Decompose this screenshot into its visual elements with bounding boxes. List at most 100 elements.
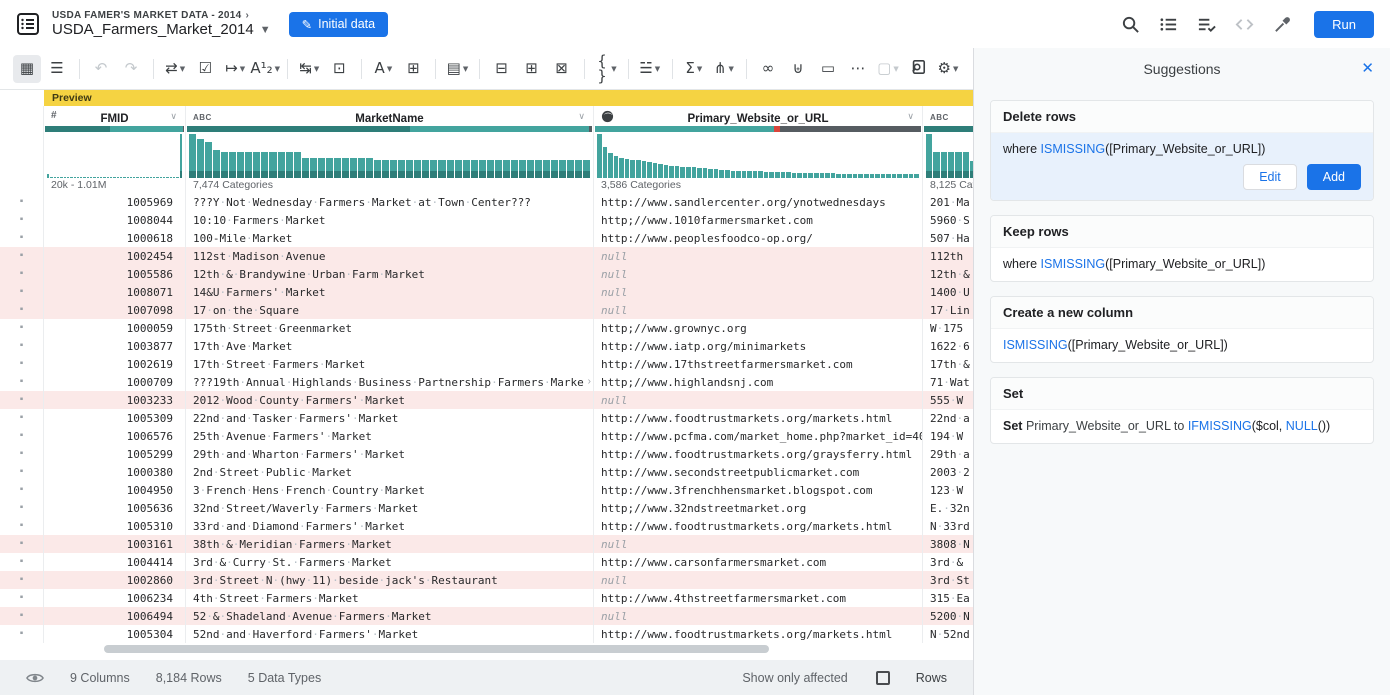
cell-marketname[interactable]: 2012·Wood·County·Farmers'·Market (186, 391, 594, 409)
standardize-values-button[interactable]: ☑ (191, 55, 219, 83)
cell-marketname[interactable]: 25th·Avenue·Farmers'·Market (186, 427, 594, 445)
cell-primary-website[interactable]: http://www.sandlercenter.org/ynotwednesd… (594, 193, 923, 211)
cell-fmid[interactable]: 1005299 (44, 445, 186, 463)
cell-fmid[interactable]: 1000059 (44, 319, 186, 337)
cell-fmid[interactable]: 1006494 (44, 607, 186, 625)
cell-primary-website[interactable]: http://www.carsonfarmersmarket.com (594, 553, 923, 571)
cell-marketname[interactable]: 175th·Street·Greenmarket (186, 319, 594, 337)
cell-address[interactable]: 12th·& (923, 265, 973, 283)
steps-list-icon[interactable] (1158, 14, 1178, 34)
cell-fmid[interactable]: 1004414 (44, 553, 186, 571)
cell-fmid[interactable]: 1002619 (44, 355, 186, 373)
row-handle[interactable]: ▪ (20, 233, 24, 243)
cell-address[interactable]: 3rd·St (923, 571, 973, 589)
cell-primary-website[interactable]: null (594, 391, 923, 409)
cell-primary-website[interactable]: http://www.3frenchhensmarket.blogspot.co… (594, 481, 923, 499)
split-column-button[interactable]: ↹▼ (295, 55, 323, 83)
cell-address[interactable]: E.·32n (923, 499, 973, 517)
cell-address[interactable]: 201·Ma (923, 193, 973, 211)
cell-fmid[interactable]: 1005636 (44, 499, 186, 517)
column-menu-chevron-icon[interactable]: ∨ (578, 111, 585, 122)
cell-fmid[interactable]: 1005304 (44, 625, 186, 643)
cell-primary-website[interactable]: http://www.foodtrustmarkets.org/markets.… (594, 625, 923, 643)
text-format-button[interactable]: A▼ (369, 55, 397, 83)
column-histogram[interactable] (186, 132, 594, 178)
cell-marketname[interactable]: 22nd·and·Tasker·Farmers'·Market (186, 409, 594, 427)
row-handle[interactable]: ▪ (20, 449, 24, 459)
row-handle[interactable]: ▪ (20, 539, 24, 549)
row-handle[interactable]: ▪ (20, 629, 24, 639)
row-handle[interactable]: ▪ (20, 305, 24, 315)
cell-primary-website[interactable]: null (594, 283, 923, 301)
add-button[interactable]: Add (1307, 164, 1361, 190)
cell-fmid[interactable]: 1000709 (44, 373, 186, 391)
code-icon[interactable] (1234, 14, 1254, 34)
row-handle[interactable]: ▪ (20, 467, 24, 477)
suggestion-card-keep-rows[interactable]: Keep rowswhere ISMISSING([Primary_Websit… (990, 215, 1374, 282)
cell-primary-website[interactable]: http;//www.1010farmersmarket.com (594, 211, 923, 229)
close-icon[interactable]: ✕ (1361, 59, 1374, 77)
cell-marketname[interactable]: 4th·Street·Farmers·Market (186, 589, 594, 607)
suggestion-card-create-a-new-column[interactable]: Create a new columnISMISSING([Primary_We… (990, 296, 1374, 363)
cell-marketname[interactable]: 29th·and·Wharton·Farmers'·Market (186, 445, 594, 463)
undo-button[interactable]: ↶ (87, 55, 115, 83)
row-handle[interactable]: ▪ (20, 215, 24, 225)
row-handle[interactable]: ▪ (20, 611, 24, 621)
cell-primary-website[interactable]: http://www.peoplesfoodco-op.org/ (594, 229, 923, 247)
run-button[interactable]: Run (1314, 11, 1374, 38)
cell-address[interactable]: N·33rd (923, 517, 973, 535)
row-handle[interactable]: ▪ (20, 287, 24, 297)
cell-primary-website[interactable]: null (594, 265, 923, 283)
cell-fmid[interactable]: 1003161 (44, 535, 186, 553)
cell-address[interactable]: 5960·S (923, 211, 973, 229)
cell-fmid[interactable]: 1005586 (44, 265, 186, 283)
cell-address[interactable]: 555·W (923, 391, 973, 409)
cell-address[interactable]: 29th·a (923, 445, 973, 463)
cell-primary-website[interactable]: http;//www.highlandsnj.com (594, 373, 923, 391)
row-handle[interactable]: ▪ (20, 503, 24, 513)
column-header-FMID[interactable]: #FMID∨ (44, 106, 186, 132)
cell-address[interactable]: 3808·N (923, 535, 973, 553)
row-handle[interactable]: ▪ (20, 431, 24, 441)
row-handle[interactable]: ▪ (20, 251, 24, 261)
column-header-Primary_Website_or_URL[interactable]: Primary_Website_or_URL∨ (594, 106, 923, 132)
comment-button[interactable]: ▭ (814, 55, 842, 83)
cell-address[interactable]: 5200·N (923, 607, 973, 625)
cell-marketname[interactable]: ???Y·Not·Wednesday·Farmers·Market·at·Tow… (186, 193, 594, 211)
cell-primary-website[interactable]: null (594, 247, 923, 265)
cell-marketname[interactable]: 3·French·Hens·French·Country·Market (186, 481, 594, 499)
cell-primary-website[interactable]: http://www.pcfma.com/market_home.php?mar… (594, 427, 923, 445)
row-handle[interactable]: ▪ (20, 197, 24, 207)
breadcrumb[interactable]: USDA FAMER'S MARKET DATA - 2014 › (52, 10, 271, 21)
cell-fmid[interactable]: 1003233 (44, 391, 186, 409)
select-region-button[interactable]: ▢▼ (874, 55, 902, 83)
cell-primary-website[interactable]: http://www.iatp.org/minimarkets (594, 337, 923, 355)
new-column-button[interactable]: ⊞ (399, 55, 427, 83)
row-handle[interactable]: ▪ (20, 359, 24, 369)
row-handle[interactable]: ▪ (20, 575, 24, 585)
column-histogram[interactable] (594, 132, 923, 178)
cell-primary-website[interactable]: http;//www.grownyc.org (594, 319, 923, 337)
cell-primary-website[interactable]: null (594, 535, 923, 553)
column-menu-chevron-icon[interactable]: ∨ (170, 111, 177, 122)
cell-marketname[interactable]: 32nd·Street/Waverly·Farmers·Market (186, 499, 594, 517)
redo-button[interactable]: ↷ (117, 55, 145, 83)
cell-primary-website[interactable]: null (594, 607, 923, 625)
eyedropper-icon[interactable] (1272, 14, 1292, 34)
cell-address[interactable]: 194·W (923, 427, 973, 445)
find-column-button[interactable] (904, 55, 932, 83)
row-handle[interactable]: ▪ (20, 323, 24, 333)
cell-fmid[interactable]: 1008071 (44, 283, 186, 301)
cell-marketname[interactable]: 14&U·Farmers'·Market (186, 283, 594, 301)
cell-marketname[interactable]: 100-Mile·Market (186, 229, 594, 247)
cell-fmid[interactable]: 1008044 (44, 211, 186, 229)
cell-marketname[interactable]: 3rd·&·Curry·St.·Farmers·Market (186, 553, 594, 571)
functions-button[interactable]: { }▼ (592, 55, 620, 83)
split-rows-button[interactable]: ⋔▼ (710, 55, 738, 83)
cell-primary-website[interactable]: http://www.foodtrustmarkets.org/markets.… (594, 517, 923, 535)
cell-marketname[interactable]: 10:10·Farmers·Market (186, 211, 594, 229)
cell-primary-website[interactable]: http;//www.32ndstreetmarket.org (594, 499, 923, 517)
cell-address[interactable]: 507·Ha (923, 229, 973, 247)
pivot-button[interactable]: ⊟ (488, 55, 516, 83)
manage-columns-button[interactable]: ▤▼ (443, 55, 471, 83)
